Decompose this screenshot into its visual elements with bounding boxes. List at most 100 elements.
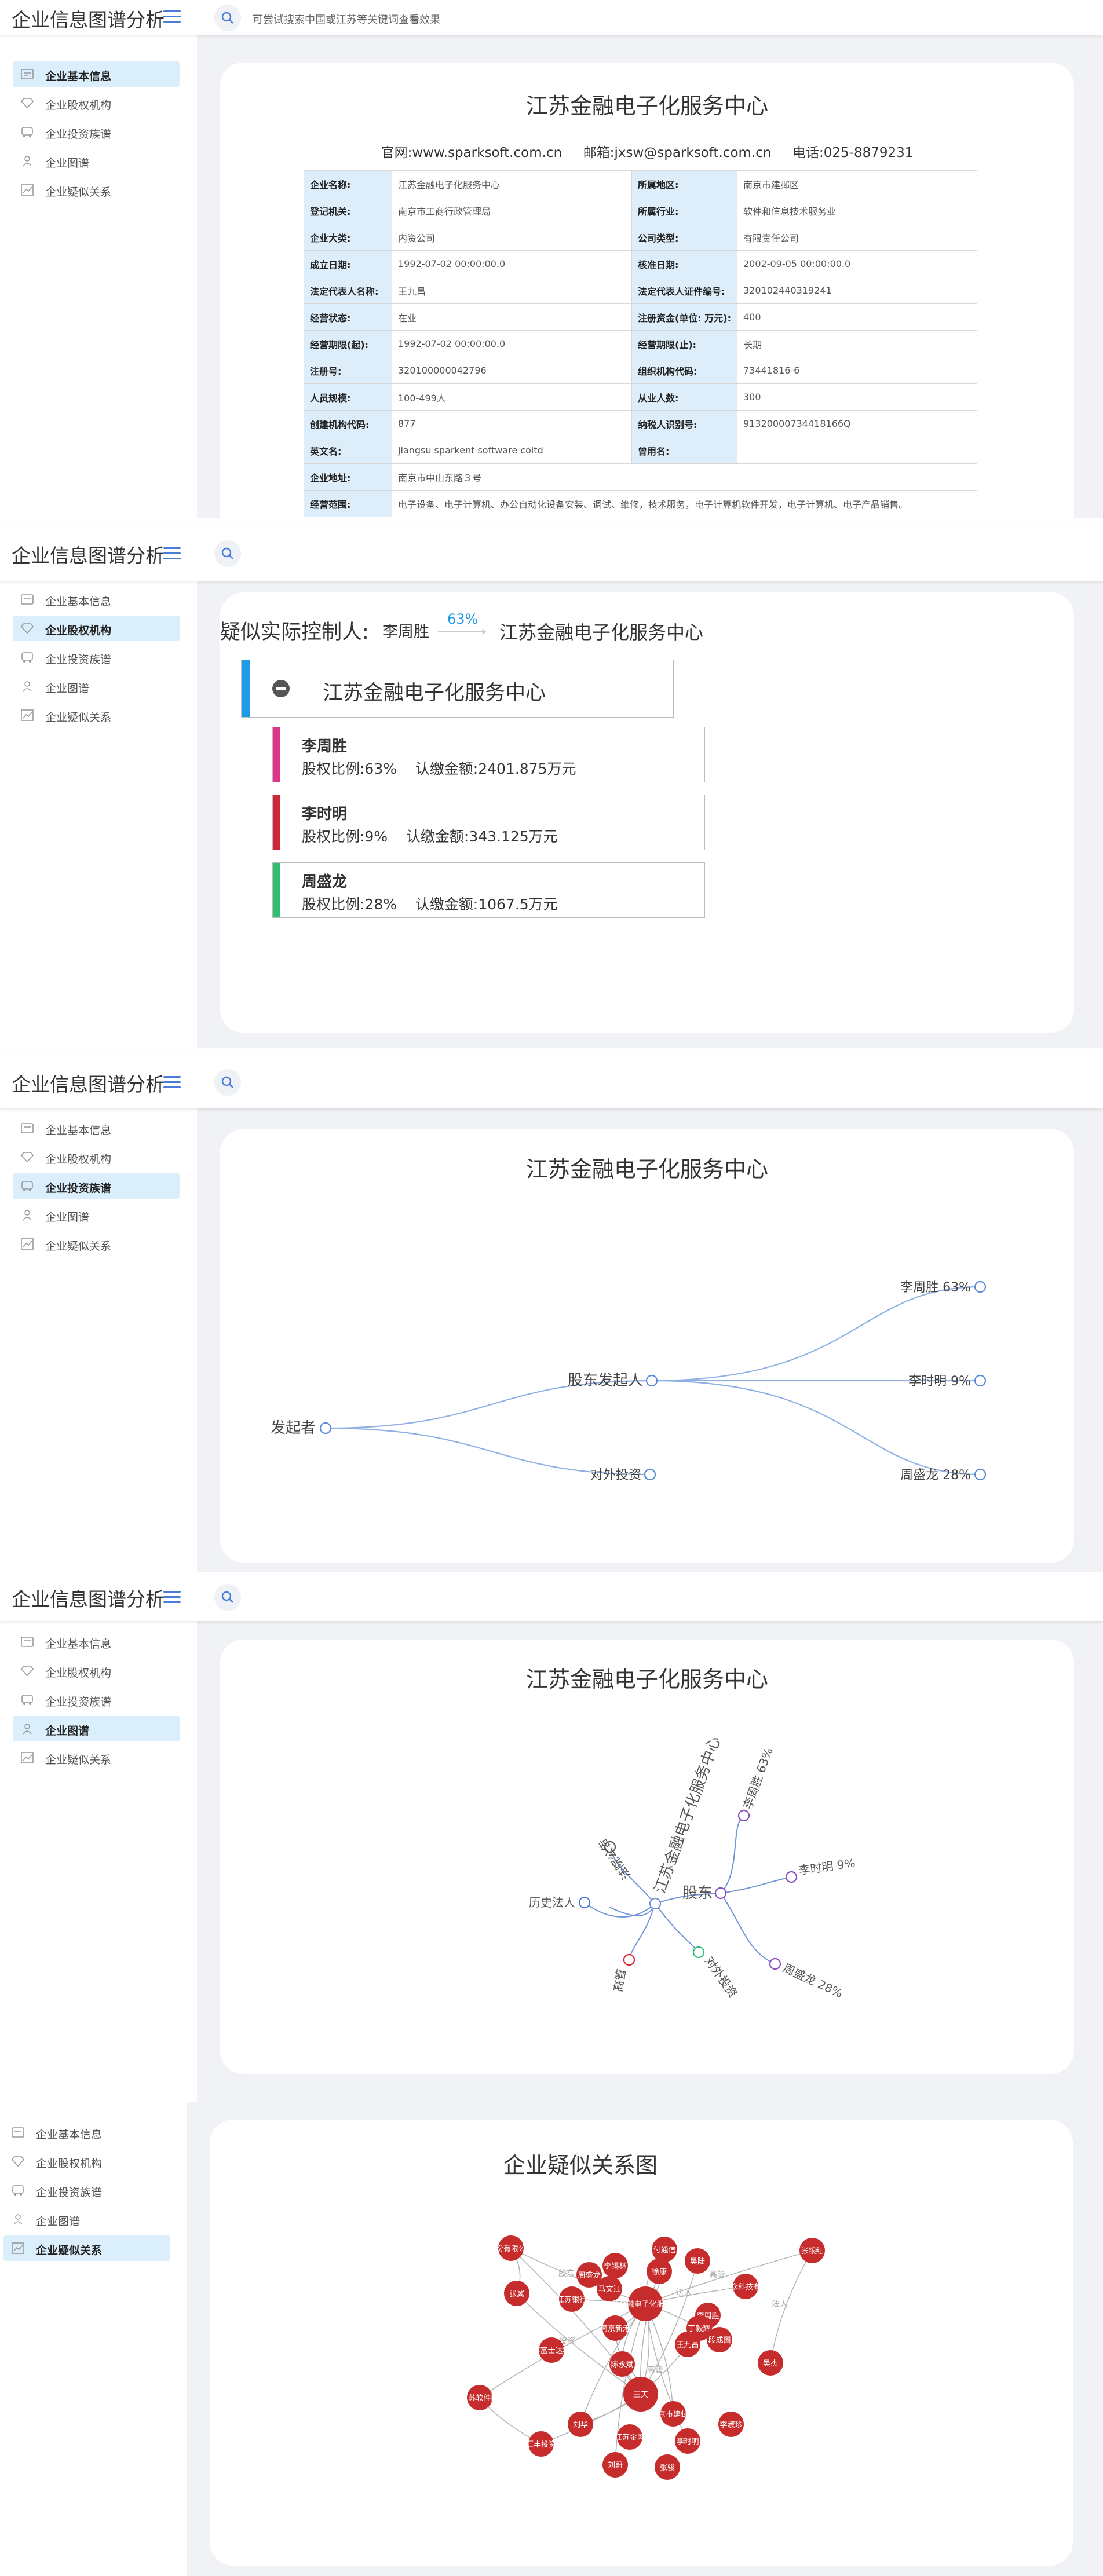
relations-card: 企业疑似关系图 股东高管法人投资股东高管法人 苏州银行股份有限公司苏州分行李锡林… <box>210 2120 1073 2566</box>
shareholder-name: 李时明 <box>302 806 348 823</box>
shareholder-card[interactable]: 李周胜 股权比例:63% 认缴金额:2401.875万元 <box>272 727 705 782</box>
sidebar-item-basic-info[interactable]: 企业基本信息 <box>13 1115 180 1141</box>
sidebar-item-relations[interactable]: 企业疑似关系 <box>13 1745 180 1770</box>
relation-node-label: 周盛龙 <box>578 2271 600 2280</box>
tree-node[interactable] <box>644 1468 656 1481</box>
sidebar-item-equity[interactable]: 企业股权机构 <box>13 1658 180 1684</box>
relation-node-label: 刘蔚 <box>608 2461 623 2470</box>
graph-node-leaf[interactable] <box>769 1957 781 1970</box>
relation-edge-label: 高管 <box>647 2365 663 2375</box>
relation-node-label: 南京市建邺区 <box>651 2410 696 2419</box>
info-key: 组织机构代码: <box>631 357 737 384</box>
sidebar-item-basic-info[interactable]: 企业基本信息 <box>3 2120 170 2145</box>
hamburger-icon[interactable] <box>163 547 181 560</box>
info-value: 877 <box>392 410 632 437</box>
shareholder-color-bar <box>273 863 280 917</box>
sidebar-item-graph[interactable]: 企业图谱 <box>3 2207 170 2232</box>
relation-node-label: 陈永斌 <box>611 2360 633 2369</box>
graph-link <box>720 1893 776 1964</box>
sidebar-item-basic-info[interactable]: 企业基本信息 <box>13 587 180 612</box>
sidebar-item-label: 企业基本信息 <box>36 2128 103 2141</box>
search-icon[interactable] <box>214 5 241 31</box>
sidebar-item-investment[interactable]: 企业投资族谱 <box>13 1173 180 1199</box>
company-box-name: 江苏金融电子化服务中心 <box>323 682 546 705</box>
sidebar-item-graph[interactable]: 企业图谱 <box>13 148 180 174</box>
id-card-icon <box>12 2127 24 2138</box>
controller-person[interactable]: 李周胜 <box>382 619 429 642</box>
sidebar-item-label: 企业疑似关系 <box>45 1754 112 1766</box>
content-area: 江苏金融电子化服务中心 江苏金融电子化服务中心 法院公告 历史法人 高管 对外投… <box>197 1621 1103 2102</box>
graph-node-center[interactable] <box>649 1897 662 1910</box>
shareholder-card[interactable]: 李时明 股权比例:9% 认缴金额:343.125万元 <box>272 795 705 850</box>
graph-node-label: 周盛龙 28% <box>781 1961 845 2001</box>
bus-icon <box>21 1180 34 1192</box>
info-value: 南京市工商行政管理局 <box>392 197 632 224</box>
sidebar-item-equity[interactable]: 企业股权机构 <box>13 90 180 116</box>
search-icon[interactable] <box>214 540 241 567</box>
sidebar-item-basic-info[interactable]: 企业基本信息 <box>13 61 180 87</box>
company-email[interactable]: 邮箱:jxsw@sparksoft.com.cn <box>583 145 772 160</box>
graph-node-leaf[interactable] <box>785 1871 798 1883</box>
sidebar-item-basic-info[interactable]: 企业基本信息 <box>13 1629 180 1655</box>
company-box[interactable]: 江苏金融电子化服务中心 <box>241 660 674 718</box>
relation-node-label: 吴陆 <box>690 2257 705 2266</box>
sidebar-item-investment[interactable]: 企业投资族谱 <box>13 645 180 670</box>
shareholder-color-bar <box>273 795 280 850</box>
relation-node-label: 江苏银行 <box>557 2295 587 2304</box>
sidebar-item-investment[interactable]: 企业投资族谱 <box>3 2178 170 2203</box>
tree-node[interactable] <box>645 1374 658 1387</box>
info-value: 内资公司 <box>392 224 632 251</box>
controller-arrow <box>438 629 487 635</box>
tree-node[interactable] <box>974 1468 987 1481</box>
collapse-icon[interactable] <box>272 679 290 698</box>
graph-node-shareholder[interactable] <box>714 1887 727 1900</box>
info-row: 经营期限(起): 1992-07-02 00:00:00.0 经营期限(止): 长期 <box>304 330 977 357</box>
tree-node[interactable] <box>319 1422 332 1435</box>
graph-node-history[interactable] <box>578 1896 591 1909</box>
sidebar-item-relations[interactable]: 企业疑似关系 <box>13 702 180 728</box>
graph-link <box>720 1815 744 1894</box>
person-icon <box>12 2213 24 2225</box>
info-key: 纳税人识别号: <box>631 410 737 437</box>
sidebar-item-equity[interactable]: 企业股权机构 <box>3 2149 170 2174</box>
search-input[interactable]: 可尝试搜索中国或江苏等关键词查看效果 <box>253 12 440 27</box>
sidebar-item-relations[interactable]: 企业疑似关系 <box>13 1231 180 1257</box>
info-value: 100-499人 <box>392 383 632 411</box>
sidebar-item-investment[interactable]: 企业投资族谱 <box>13 119 180 145</box>
id-card-icon <box>21 594 34 605</box>
hamburger-icon[interactable] <box>163 1076 181 1089</box>
graph-node-exec[interactable] <box>623 1953 635 1966</box>
info-value: 73441816-6 <box>737 357 977 384</box>
company-graph: 江苏金融电子化服务中心 江苏金融电子化服务中心 法院公告 历史法人 高管 对外投… <box>526 1667 856 2001</box>
info-value: 软件和信息技术服务业 <box>737 197 977 224</box>
sidebar-item-equity[interactable]: 企业股权机构 <box>13 1144 180 1170</box>
sidebar-item-investment[interactable]: 企业投资族谱 <box>13 1687 180 1713</box>
person-icon <box>21 680 34 692</box>
sidebar-item-graph[interactable]: 企业图谱 <box>13 1716 180 1741</box>
relation-node-label: 徐康 <box>652 2267 667 2277</box>
graph-node-leaf[interactable] <box>737 1809 750 1822</box>
search-icon[interactable] <box>214 1584 241 1611</box>
info-key: 英文名: <box>304 437 392 464</box>
info-row: 企业大类: 内资公司 公司类型: 有限责任公司 <box>304 224 977 251</box>
tree-node[interactable] <box>974 1374 987 1387</box>
info-key: 公司类型: <box>631 224 737 251</box>
shareholder-card[interactable]: 周盛龙 股权比例:28% 认缴金额:1067.5万元 <box>272 862 705 918</box>
sidebar-item-label: 企业图谱 <box>45 1211 90 1224</box>
sidebar-item-graph[interactable]: 企业图谱 <box>13 674 180 699</box>
hamburger-icon[interactable] <box>163 10 181 23</box>
sidebar-item-graph[interactable]: 企业图谱 <box>13 1202 180 1228</box>
info-key: 注册资金(单位: 万元): <box>631 303 737 331</box>
tree-node[interactable] <box>974 1280 987 1293</box>
sidebar-item-equity[interactable]: 企业股权机构 <box>13 616 180 641</box>
sidebar-item-relations[interactable]: 企业疑似关系 <box>13 177 180 203</box>
person-icon <box>21 155 34 167</box>
hamburger-icon[interactable] <box>163 1591 181 1604</box>
search-icon[interactable] <box>214 1069 241 1096</box>
graph-node-invest[interactable] <box>692 1946 705 1959</box>
company-website[interactable]: 官网:www.sparksoft.com.cn <box>381 145 563 160</box>
sidebar-item-relations[interactable]: 企业疑似关系 <box>3 2235 170 2261</box>
tree-leaf-label: 李时明 9% <box>908 1374 971 1389</box>
controller-company[interactable]: 江苏金融电子化服务中心 <box>499 618 703 645</box>
sidebar-item-label: 企业疑似关系 <box>45 711 112 724</box>
